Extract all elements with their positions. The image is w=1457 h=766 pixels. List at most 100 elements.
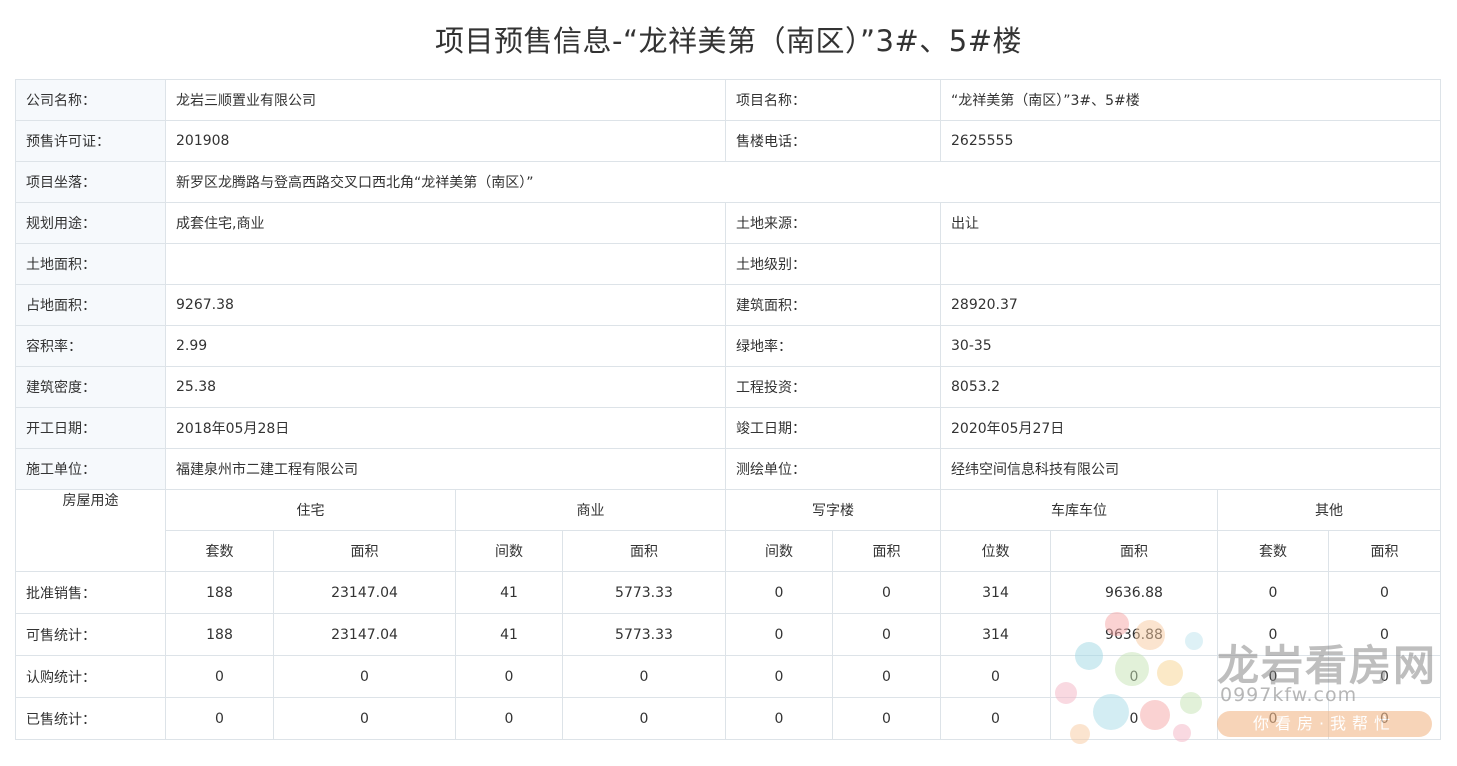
far-value: 2.99 bbox=[165, 325, 726, 367]
location-value: 新罗区龙腾路与登高西路交叉口西北角“龙祥美第（南区）” bbox=[164, 161, 1442, 203]
stat-cell: 0 bbox=[1327, 655, 1442, 698]
info-row: 建筑密度： 25.38 工程投资： 8053.2 bbox=[15, 366, 1442, 408]
stat-cell: 23147.04 bbox=[273, 571, 456, 614]
group-header-other: 其他 bbox=[1216, 489, 1442, 531]
finish-date-label: 竣工日期： bbox=[725, 407, 941, 449]
stat-cell: 0 bbox=[1217, 655, 1329, 698]
row-label: 可售统计： bbox=[15, 613, 166, 656]
land-source-value: 出让 bbox=[939, 202, 1442, 244]
stat-cell: 314 bbox=[940, 613, 1051, 656]
project-value: “龙祥美第（南区）”3#、5#楼 bbox=[939, 79, 1442, 121]
stat-cell: 0 bbox=[1327, 697, 1442, 740]
land-grade-value bbox=[939, 243, 1442, 285]
stat-cell: 0 bbox=[1327, 613, 1442, 656]
subheader-cell: 套数 bbox=[165, 530, 274, 572]
stat-cell: 0 bbox=[1217, 571, 1329, 614]
start-date-label: 开工日期： bbox=[15, 407, 166, 449]
start-date-value: 2018年05月28日 bbox=[165, 407, 726, 449]
land-source-label: 土地来源： bbox=[725, 202, 941, 244]
stat-cell: 0 bbox=[1217, 697, 1329, 740]
stat-cell: 0 bbox=[273, 655, 456, 698]
location-label: 项目坐落： bbox=[15, 161, 166, 203]
stat-cell: 0 bbox=[562, 655, 726, 698]
stat-cell: 0 bbox=[562, 697, 726, 740]
land-grade-label: 土地级别： bbox=[725, 243, 941, 285]
footprint-value: 9267.38 bbox=[165, 284, 726, 326]
stat-cell: 0 bbox=[165, 697, 274, 740]
stat-cell: 0 bbox=[455, 697, 563, 740]
stat-cell: 0 bbox=[725, 571, 833, 614]
table-row: 已售统计： 0 0 0 0 0 0 0 0 0 0 bbox=[15, 697, 1442, 740]
builder-value: 福建泉州市二建工程有限公司 bbox=[165, 448, 726, 490]
stats-group-header-row: 房屋用途 住宅 商业 写字楼 车库车位 其他 bbox=[15, 489, 1442, 572]
phone-label: 售楼电话： bbox=[725, 120, 941, 162]
stat-cell: 0 bbox=[1217, 613, 1329, 656]
stat-cell: 0 bbox=[1327, 571, 1442, 614]
subheader-cell: 面积 bbox=[1050, 530, 1218, 572]
building-area-label: 建筑面积： bbox=[725, 284, 941, 326]
building-area-value: 28920.37 bbox=[939, 284, 1442, 326]
stat-cell: 23147.04 bbox=[273, 613, 456, 656]
stat-cell: 5773.33 bbox=[562, 613, 726, 656]
land-area-label: 土地面积： bbox=[15, 243, 166, 285]
subheader-cell: 面积 bbox=[562, 530, 726, 572]
stats-subheader-row: 套数 面积 间数 面积 间数 面积 位数 面积 套数 面积 bbox=[16, 530, 1442, 572]
footprint-label: 占地面积： bbox=[15, 284, 166, 326]
info-row: 项目坐落： 新罗区龙腾路与登高西路交叉口西北角“龙祥美第（南区）” bbox=[15, 161, 1442, 203]
stat-cell: 0 bbox=[832, 571, 941, 614]
stat-cell: 0 bbox=[1050, 697, 1218, 740]
info-row: 容积率： 2.99 绿地率： 30-35 bbox=[15, 325, 1442, 367]
info-row: 开工日期： 2018年05月28日 竣工日期： 2020年05月27日 bbox=[15, 407, 1442, 449]
subheader-cell: 面积 bbox=[1327, 530, 1442, 572]
info-row: 公司名称： 龙岩三顺置业有限公司 项目名称： “龙祥美第（南区）”3#、5#楼 bbox=[15, 79, 1442, 121]
stat-cell: 0 bbox=[940, 697, 1051, 740]
stat-cell: 0 bbox=[455, 655, 563, 698]
table-row: 批准销售： 188 23147.04 41 5773.33 0 0 314 96… bbox=[15, 571, 1442, 614]
density-value: 25.38 bbox=[165, 366, 726, 408]
info-row: 规划用途： 成套住宅,商业 土地来源： 出让 bbox=[15, 202, 1442, 244]
stat-cell: 0 bbox=[725, 697, 833, 740]
stat-cell: 0 bbox=[725, 655, 833, 698]
group-header-office: 写字楼 bbox=[725, 489, 941, 531]
info-row: 预售许可证： 201908 售楼电话： 2625555 bbox=[15, 120, 1442, 162]
subheader-cell: 面积 bbox=[832, 530, 941, 572]
surveyor-value: 经纬空间信息科技有限公司 bbox=[939, 448, 1442, 490]
subheader-cell: 间数 bbox=[455, 530, 563, 572]
stat-cell: 0 bbox=[832, 613, 941, 656]
green-value: 30-35 bbox=[939, 325, 1442, 367]
stat-cell: 188 bbox=[165, 571, 274, 614]
stat-cell: 0 bbox=[165, 655, 274, 698]
use-label: 规划用途： bbox=[15, 202, 166, 244]
surveyor-label: 测绘单位： bbox=[725, 448, 941, 490]
stat-cell: 9636.88 bbox=[1050, 613, 1218, 656]
project-label: 项目名称： bbox=[725, 79, 941, 121]
subheader-cell: 面积 bbox=[273, 530, 456, 572]
table-row: 可售统计： 188 23147.04 41 5773.33 0 0 314 96… bbox=[15, 613, 1442, 656]
stat-cell: 9636.88 bbox=[1050, 571, 1218, 614]
stat-cell: 5773.33 bbox=[562, 571, 726, 614]
builder-label: 施工单位： bbox=[15, 448, 166, 490]
stat-cell: 0 bbox=[273, 697, 456, 740]
stat-cell: 41 bbox=[455, 613, 563, 656]
stat-cell: 0 bbox=[725, 613, 833, 656]
stat-cell: 0 bbox=[1050, 655, 1218, 698]
use-value: 成套住宅,商业 bbox=[165, 202, 726, 244]
green-label: 绿地率： bbox=[725, 325, 941, 367]
stat-cell: 0 bbox=[832, 697, 941, 740]
presale-info-table: 公司名称： 龙岩三顺置业有限公司 项目名称： “龙祥美第（南区）”3#、5#楼 … bbox=[15, 79, 1442, 740]
subheader-cell: 间数 bbox=[725, 530, 833, 572]
subheader-cell: 位数 bbox=[940, 530, 1051, 572]
page-title: 项目预售信息-“龙祥美第（南区）”3#、5#楼 bbox=[434, 24, 1022, 58]
permit-label: 预售许可证： bbox=[15, 120, 166, 162]
group-header-residential: 住宅 bbox=[165, 489, 456, 531]
far-label: 容积率： bbox=[15, 325, 166, 367]
stat-cell: 41 bbox=[455, 571, 563, 614]
land-area-value bbox=[165, 243, 726, 285]
permit-value: 201908 bbox=[165, 120, 726, 162]
usage-header: 房屋用途 bbox=[15, 489, 166, 572]
row-label: 认购统计： bbox=[15, 655, 166, 698]
stat-cell: 0 bbox=[940, 655, 1051, 698]
row-label: 批准销售： bbox=[15, 571, 166, 614]
stat-cell: 0 bbox=[832, 655, 941, 698]
info-row: 占地面积： 9267.38 建筑面积： 28920.37 bbox=[15, 284, 1442, 326]
